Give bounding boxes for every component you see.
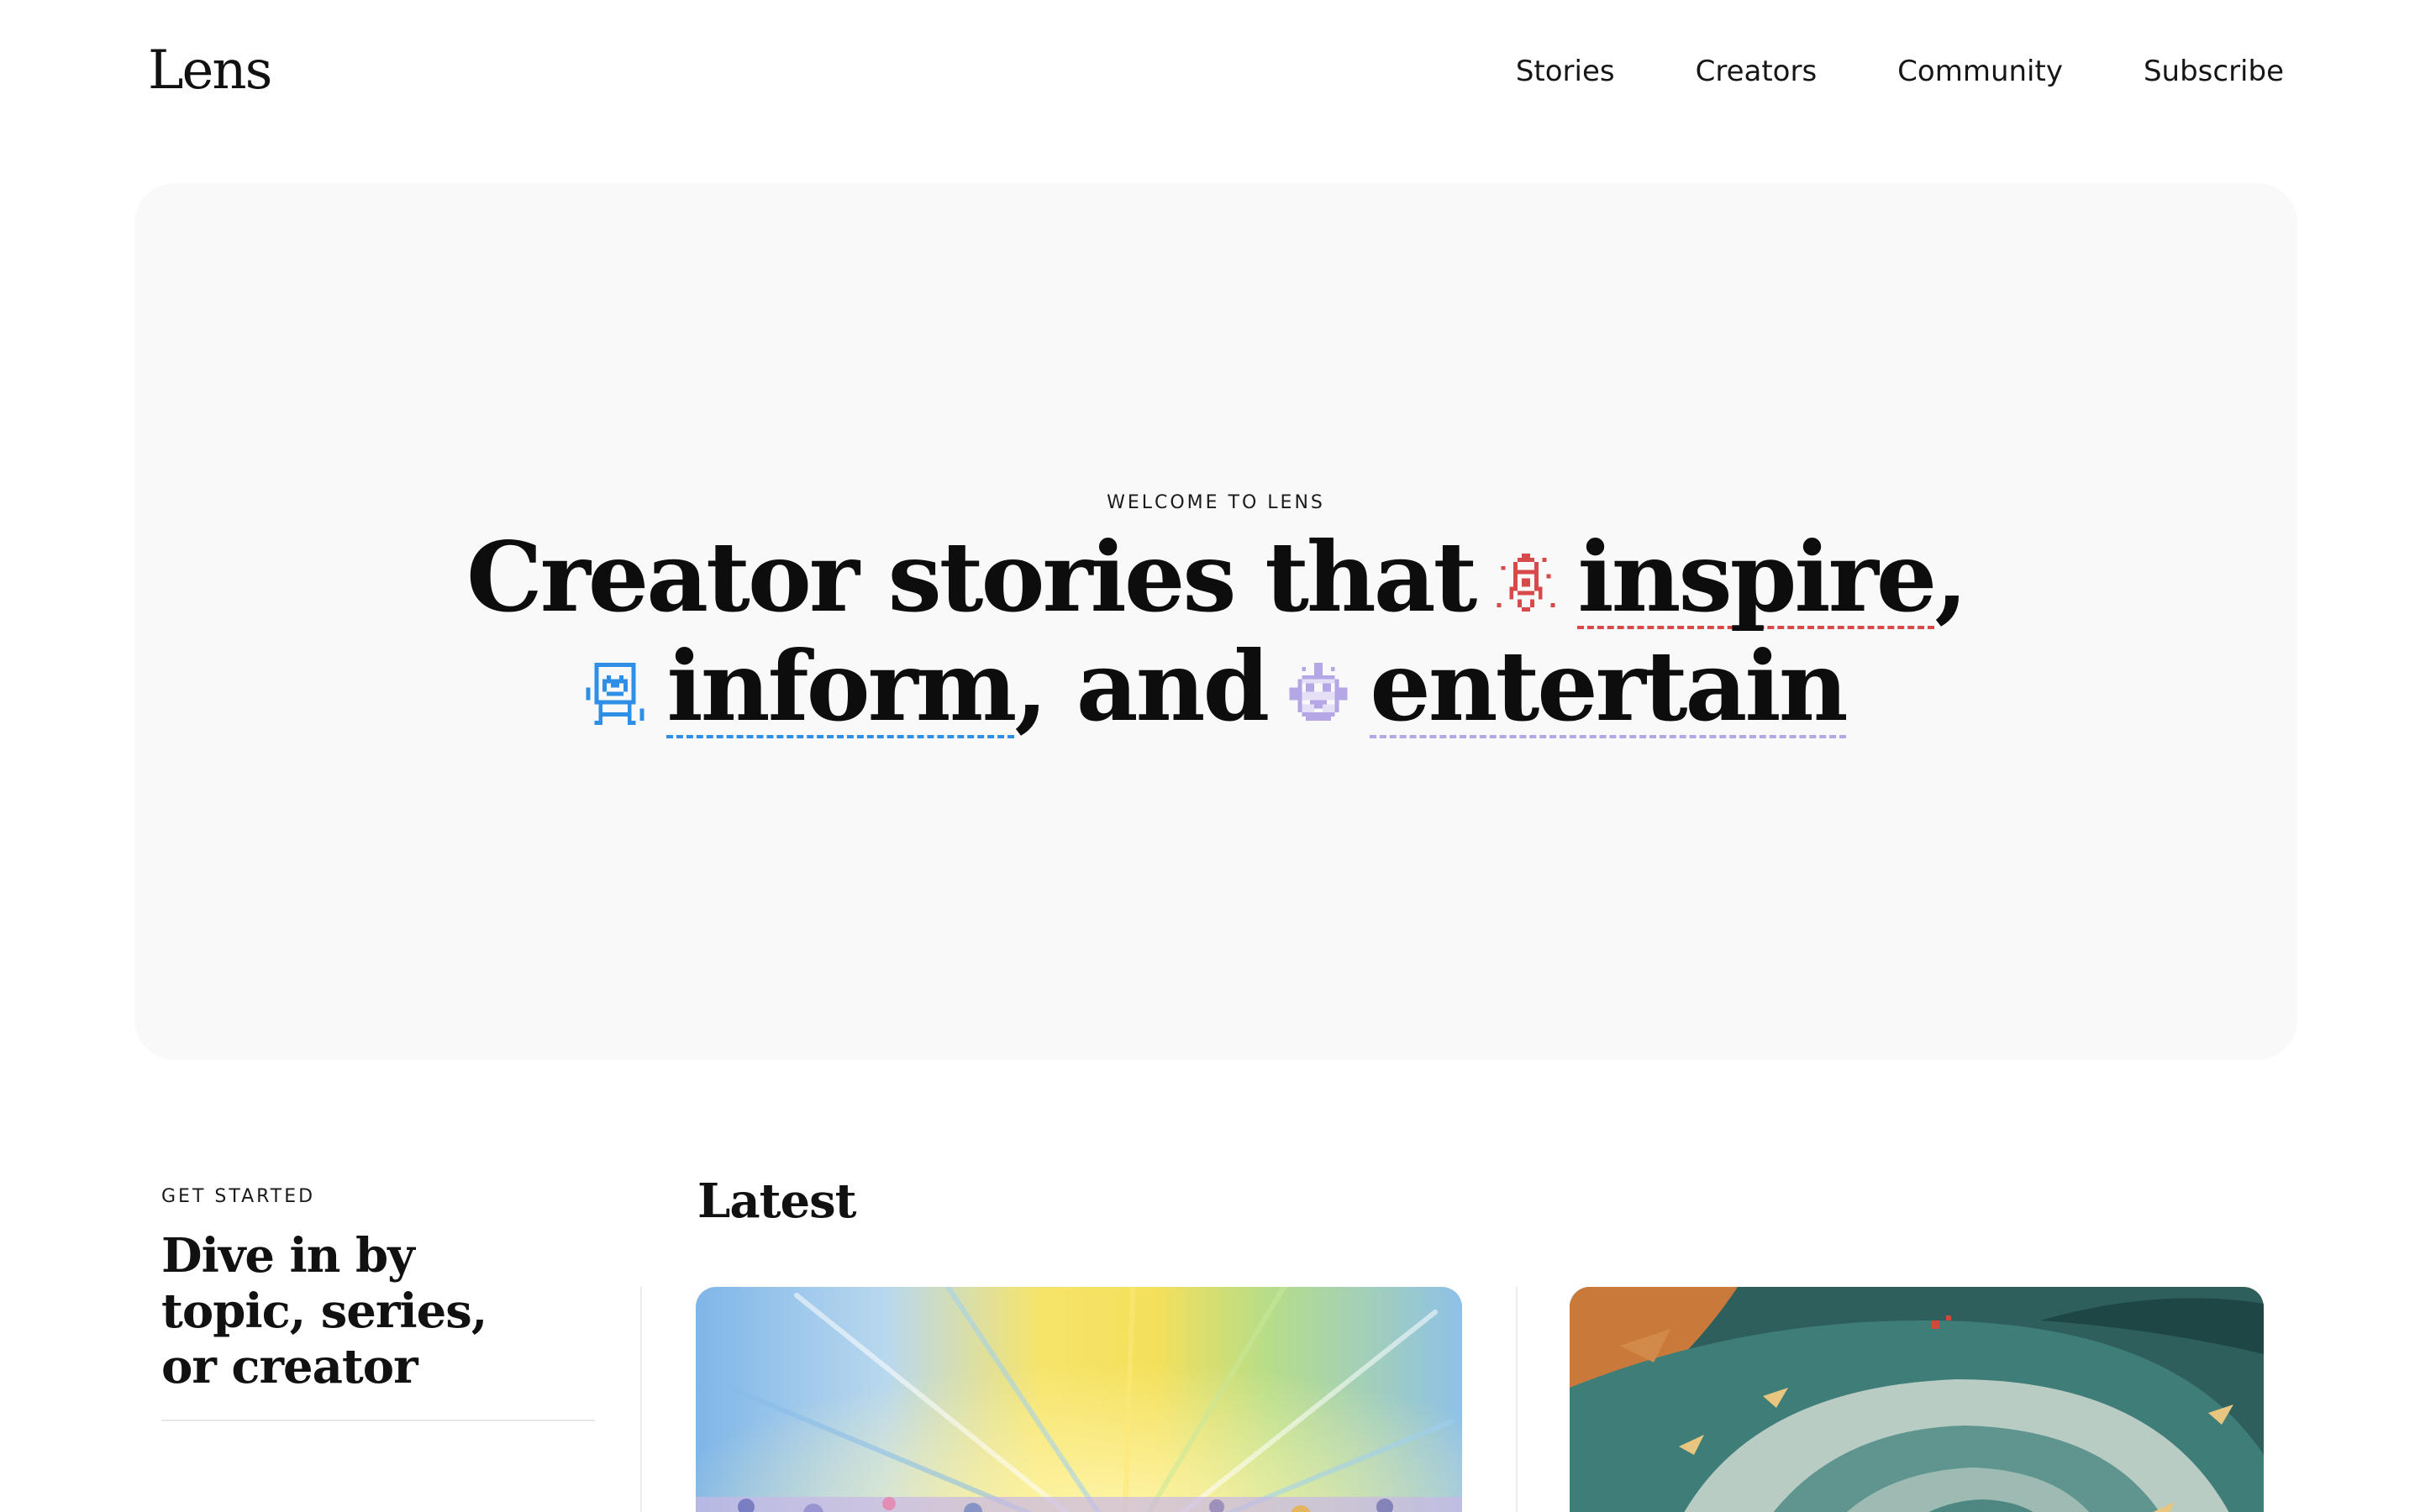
page: Lens Stories Creators Community Subscrib…: [0, 0, 2420, 1512]
latest-card-1-image[interactable]: [696, 1287, 1462, 1512]
abstract-painting-image: [696, 1287, 1462, 1512]
headline-line-2: inform, and entertain: [134, 632, 2297, 741]
get-started-title: Dive in by topic, series, or creator: [161, 1228, 487, 1394]
column-divider: [640, 1287, 642, 1512]
robot-icon: [1289, 663, 1348, 722]
keyword-inspire-suffix: ,: [1934, 521, 1968, 633]
hero-headline: Creator stories that inspire, inform, an…: [134, 522, 2297, 741]
nav-community[interactable]: Community: [1897, 50, 2063, 92]
keyword-inspire[interactable]: inspire: [1577, 528, 1937, 629]
headline-text-start: Creator stories that: [466, 521, 1477, 633]
hero-eyebrow: WELCOME TO LENS: [1107, 492, 1325, 513]
nav-creators[interactable]: Creators: [1696, 50, 1818, 92]
get-started: GET STARTED Dive in by topic, series, or…: [161, 1184, 598, 1394]
nav-subscribe[interactable]: Subscribe: [2144, 50, 2284, 92]
main-nav: Stories Creators Community Subscribe: [1435, 50, 2284, 92]
site-header: Lens Stories Creators Community Subscrib…: [0, 0, 2420, 143]
logo-text: Lens: [148, 39, 272, 102]
column-divider: [1516, 1287, 1518, 1512]
easel-icon: [586, 663, 644, 725]
rocket-icon: [1497, 554, 1555, 612]
get-started-eyebrow: GET STARTED: [161, 1186, 316, 1207]
keyword-inform[interactable]: inform: [666, 638, 1017, 738]
keyword-inform-suffix: , and: [1014, 630, 1270, 743]
nav-stories[interactable]: Stories: [1516, 50, 1615, 92]
hero: WELCOME TO LENS Creator stories that ins…: [134, 183, 2297, 1060]
abstract-leaves-image: [1570, 1287, 2264, 1512]
latest-card-2-image[interactable]: [1570, 1287, 2264, 1512]
latest-title: Latest: [697, 1173, 857, 1229]
divider: [161, 1420, 595, 1421]
keyword-entertain[interactable]: entertain: [1370, 638, 1849, 738]
logo[interactable]: Lens: [148, 35, 272, 106]
headline-line-1: Creator stories that inspire,: [134, 522, 2297, 632]
